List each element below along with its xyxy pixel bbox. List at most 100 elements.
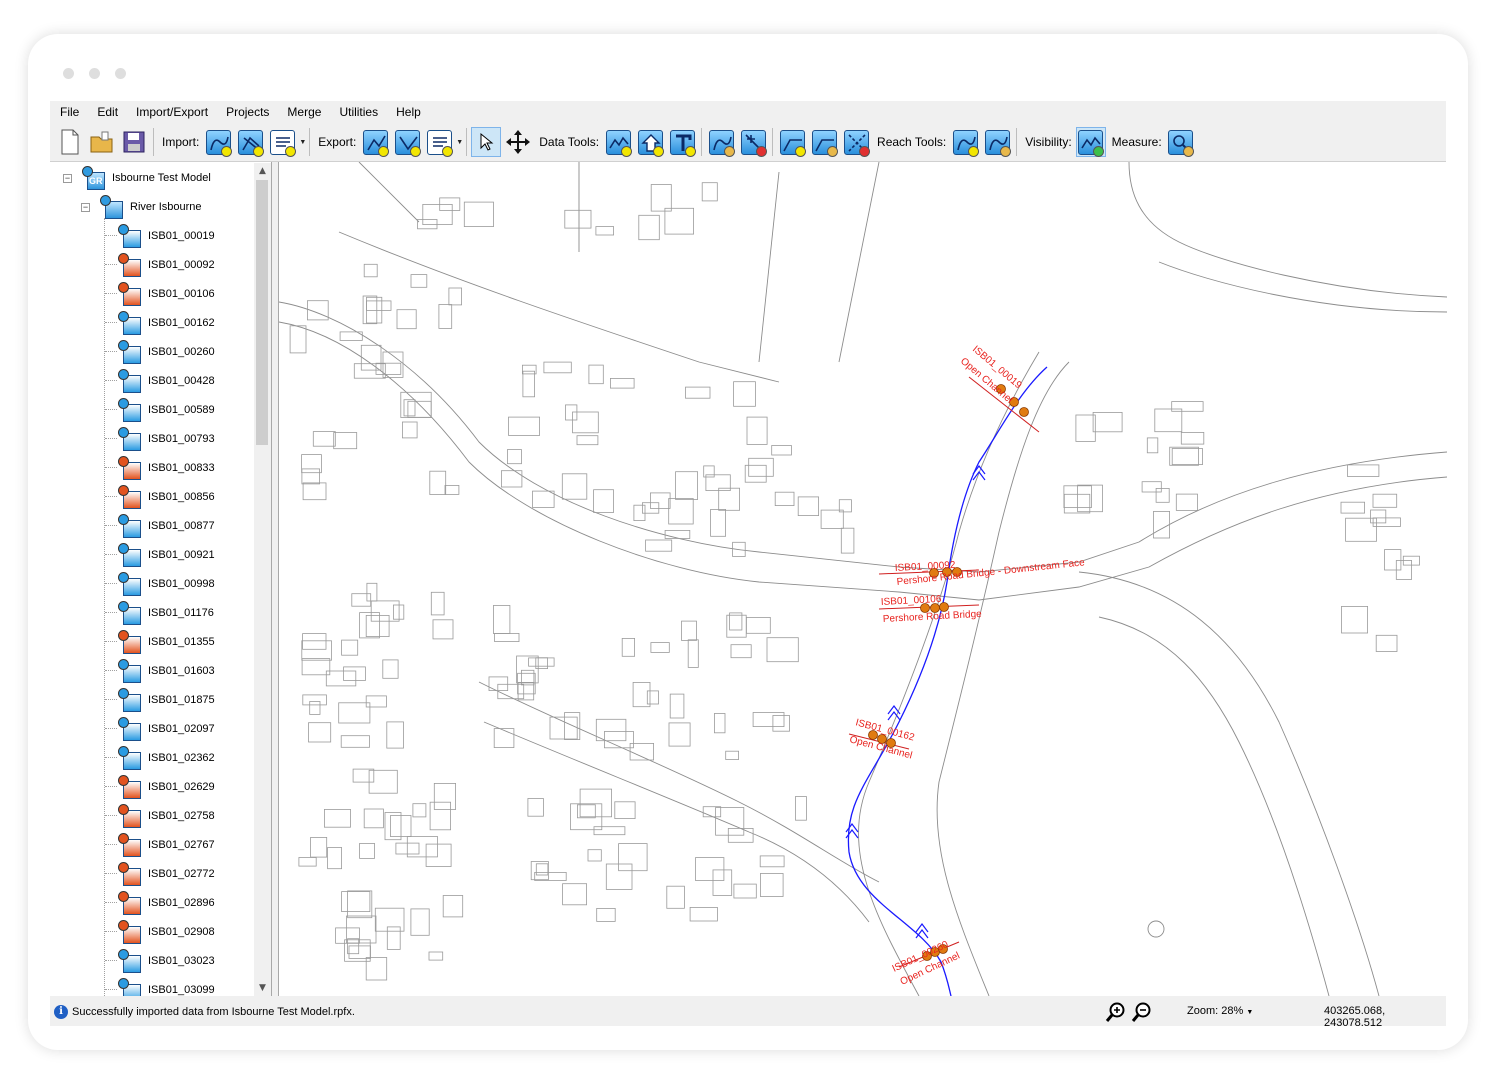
tree-item-model[interactable]: GR Isbourne Test Model <box>82 163 211 192</box>
tree-item-cross-section[interactable]: ISB01_00019 <box>118 221 215 250</box>
application-window: File Edit Import/Export Projects Merge U… <box>50 101 1447 1029</box>
visibility-button[interactable] <box>1075 127 1106 157</box>
river-centerline <box>847 366 1048 996</box>
tree-item-cross-section[interactable]: ISB01_02629 <box>118 772 215 801</box>
add-text-button[interactable] <box>667 127 697 157</box>
collapse-river-toggle[interactable]: − <box>81 203 90 212</box>
window-dot-maximize[interactable] <box>115 68 126 79</box>
building-outline <box>301 454 322 474</box>
import-button-3[interactable] <box>267 127 297 157</box>
map-svg[interactable]: ISB01_00019 Open Channel ISB01_00092 Per… <box>279 162 1447 996</box>
import-dropdown-arrow[interactable]: ▼ <box>299 139 306 146</box>
zoom-out-icon[interactable] <box>1131 1001 1153 1023</box>
tree-item-label: ISB01_00998 <box>148 577 215 590</box>
tree-item-cross-section[interactable]: ISB01_00260 <box>118 337 215 366</box>
tree-item-river[interactable]: River Isbourne <box>100 192 202 221</box>
menu-projects[interactable]: Projects <box>216 101 277 123</box>
scroll-thumb[interactable] <box>256 180 268 445</box>
pan-tool-button[interactable] <box>503 127 533 157</box>
tree-item-cross-section[interactable]: ISB01_02362 <box>118 743 215 772</box>
menu-edit[interactable]: Edit <box>87 101 126 123</box>
structure-node-icon <box>118 252 142 277</box>
collapse-model-toggle[interactable]: − <box>63 174 72 183</box>
section-node-icon <box>118 339 142 364</box>
node-point[interactable] <box>1019 407 1029 417</box>
tree-item-cross-section[interactable]: ISB01_01603 <box>118 656 215 685</box>
building-outline <box>492 605 511 634</box>
tree-item-cross-section[interactable]: ISB01_00589 <box>118 395 215 424</box>
add-line-button[interactable] <box>777 127 807 157</box>
edit-line-icon <box>811 129 838 157</box>
tree-item-cross-section[interactable]: ISB01_00793 <box>118 424 215 453</box>
scroll-down-arrow[interactable]: ▼ <box>254 980 271 996</box>
tree-item-cross-section[interactable]: ISB01_00428 <box>118 366 215 395</box>
menu-help[interactable]: Help <box>386 101 429 123</box>
tree-item-cross-section[interactable]: ISB01_00106 <box>118 279 215 308</box>
tree-item-cross-section[interactable]: ISB01_03099 <box>118 975 215 996</box>
edit-reach-button[interactable] <box>982 127 1012 157</box>
tree-item-cross-section[interactable]: ISB01_00856 <box>118 482 215 511</box>
tree-item-cross-section[interactable]: ISB01_01176 <box>118 598 214 627</box>
building-outline <box>745 616 771 634</box>
new-file-button[interactable] <box>55 127 85 157</box>
edit-line-button[interactable] <box>809 127 839 157</box>
select-tool-button[interactable] <box>471 127 502 157</box>
tree-item-cross-section[interactable]: ISB01_02758 <box>118 801 215 830</box>
delete-line-button[interactable] <box>841 127 871 157</box>
tree-item-label: ISB01_02362 <box>148 751 215 764</box>
zoom-dropdown[interactable]: Zoom: 28% ▼ <box>1187 1005 1253 1017</box>
menu-merge[interactable]: Merge <box>277 101 329 123</box>
menu-import-export[interactable]: Import/Export <box>126 101 216 123</box>
edit-node-button[interactable] <box>706 127 736 157</box>
menu-file[interactable]: File <box>50 101 87 123</box>
building-outline <box>543 361 572 374</box>
save-button[interactable] <box>119 127 149 157</box>
tree-connector <box>105 699 117 700</box>
scroll-up-arrow[interactable]: ▲ <box>254 163 271 179</box>
tree-scrollbar[interactable]: ▲ ▼ <box>254 163 271 996</box>
import-button-1[interactable] <box>203 127 233 157</box>
toolbar-separator <box>701 128 703 156</box>
map-canvas[interactable]: ISB01_00019 Open Channel ISB01_00092 Per… <box>278 162 1447 996</box>
tree-item-cross-section[interactable]: ISB01_02908 <box>118 917 215 946</box>
road-edge <box>1098 616 1330 996</box>
delete-node-button[interactable] <box>738 127 768 157</box>
export-button-3[interactable] <box>424 127 454 157</box>
add-data-button-2[interactable] <box>635 127 665 157</box>
tree-connector <box>105 380 117 381</box>
tree-item-cross-section[interactable]: ISB01_00833 <box>118 453 215 482</box>
export-dropdown-arrow[interactable]: ▼ <box>456 139 463 146</box>
window-dot-minimize[interactable] <box>89 68 100 79</box>
tree-item-cross-section[interactable]: ISB01_02896 <box>118 888 215 917</box>
tree-item-cross-section[interactable]: ISB01_01355 <box>118 627 215 656</box>
import-button-2[interactable] <box>235 127 265 157</box>
tree-item-cross-section[interactable]: ISB01_00998 <box>118 569 215 598</box>
tree-item-label: ISB01_02097 <box>148 722 215 735</box>
building-outline <box>370 600 400 622</box>
export-button-2[interactable] <box>392 127 422 157</box>
tree-item-cross-section[interactable]: ISB01_03023 <box>118 946 215 975</box>
add-reach-button[interactable] <box>950 127 980 157</box>
tree-item-cross-section[interactable]: ISB01_00877 <box>118 511 215 540</box>
building-outline <box>1169 446 1199 466</box>
tree-item-cross-section[interactable]: ISB01_00162 <box>118 308 215 337</box>
tree-item-cross-section[interactable]: ISB01_00092 <box>118 250 215 279</box>
building-outline <box>365 695 387 708</box>
tree-item-cross-section[interactable]: ISB01_02772 <box>118 859 215 888</box>
tree-item-label: ISB01_02758 <box>148 809 215 822</box>
menu-utilities[interactable]: Utilities <box>329 101 386 123</box>
tree-item-cross-section[interactable]: ISB01_02097 <box>118 714 215 743</box>
open-folder-button[interactable] <box>87 127 117 157</box>
add-data-button-1[interactable] <box>603 127 633 157</box>
building-outline <box>289 325 307 354</box>
zoom-in-icon[interactable] <box>1105 1001 1127 1023</box>
tree-item-cross-section[interactable]: ISB01_02767 <box>118 830 215 859</box>
import-network-icon <box>237 129 264 157</box>
window-dot-close[interactable] <box>63 68 74 79</box>
building-outline <box>428 951 444 961</box>
tree-item-cross-section[interactable]: ISB01_01875 <box>118 685 215 714</box>
building-outline <box>429 470 447 495</box>
export-button-1[interactable] <box>360 127 390 157</box>
tree-item-cross-section[interactable]: ISB01_00921 <box>118 540 215 569</box>
measure-button[interactable] <box>1166 127 1196 157</box>
